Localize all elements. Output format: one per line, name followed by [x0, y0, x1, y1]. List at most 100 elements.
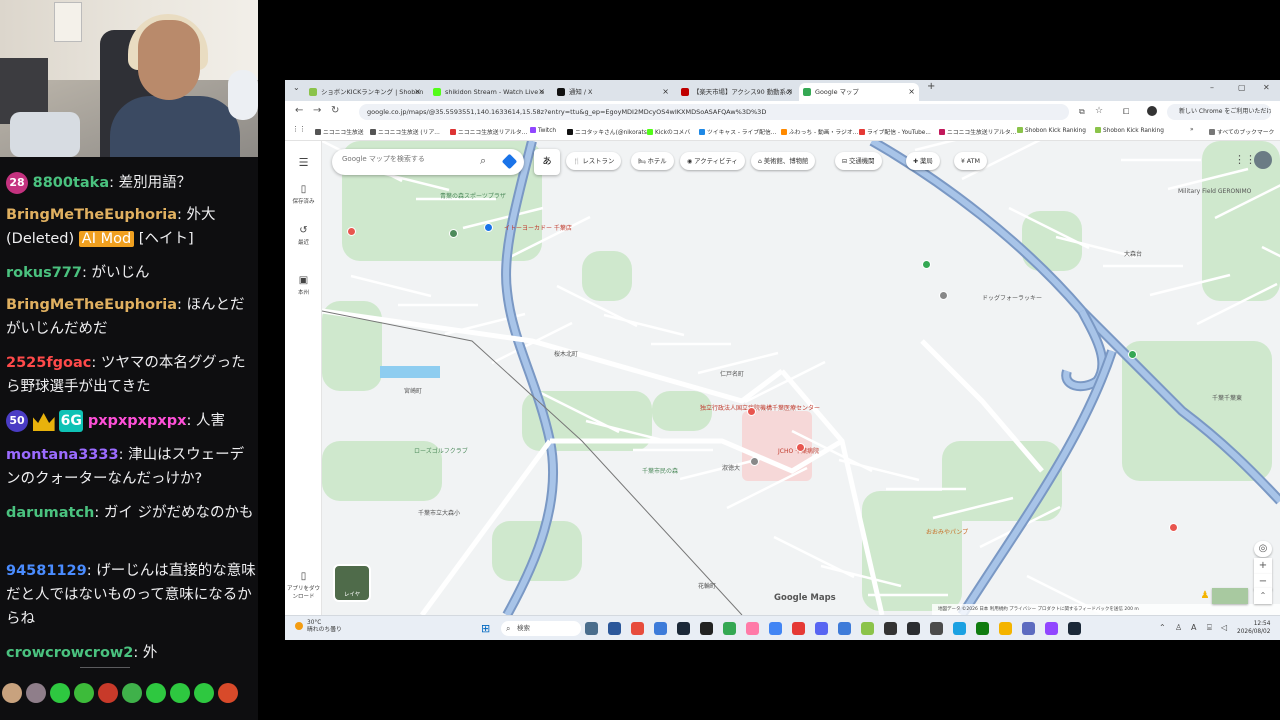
taskbar-app-icon[interactable] — [953, 622, 966, 635]
maps-search-box[interactable]: ⌕ — [332, 149, 524, 175]
rail-item[interactable]: ▯ 保存済み — [285, 184, 322, 205]
map-place-label[interactable]: ドッグフォーラッキー — [982, 293, 1042, 302]
map-place-label[interactable]: ローズゴルフクラブ — [414, 446, 468, 455]
system-clock[interactable]: 12:54 2026/08/02 — [1237, 620, 1270, 636]
map-place-label[interactable]: 千葉市立大森小 — [418, 508, 460, 517]
bookmark-item[interactable]: ニコニコ生放送リアルタ... — [939, 127, 1016, 136]
map-place-label[interactable]: 独立行政法人国立病院機構千葉医療センター — [700, 403, 820, 412]
category-chip[interactable]: ⌂ 美術館、博物館 — [751, 152, 816, 170]
bookmark-item[interactable]: ニコタッキさん(@nikorats... — [567, 127, 652, 136]
star-icon[interactable]: ☆ — [1095, 106, 1103, 116]
map-pin-icon[interactable] — [922, 260, 931, 269]
bookmarks-more-icon[interactable]: » — [1190, 127, 1194, 133]
bookmark-item[interactable]: Shobon Kick Ranking — [1095, 127, 1164, 134]
taskbar-app-icon[interactable] — [677, 622, 690, 635]
map-pin-icon[interactable] — [796, 443, 805, 452]
bookmark-item[interactable]: Shobon Kick Ranking — [1017, 127, 1086, 134]
browser-tab[interactable]: 【楽天市場】アクシス90 動動系の × — [677, 83, 797, 101]
map-pin-icon[interactable] — [1169, 523, 1178, 532]
taskbar-app-icon[interactable] — [769, 622, 782, 635]
map-pin-icon[interactable] — [750, 457, 759, 466]
bookmark-item[interactable]: ニコニコ生放送 (リア... — [370, 127, 440, 136]
my-location-button[interactable]: ◎ — [1254, 541, 1272, 557]
apps-grid-icon[interactable]: ⋮⋮ — [292, 125, 306, 133]
taskbar-app-icon[interactable] — [815, 622, 828, 635]
taskbar-app-icon[interactable] — [838, 622, 851, 635]
tray-keyboard-icon[interactable]: A — [1191, 623, 1196, 632]
chat-username[interactable]: BringMeTheEuphoria — [6, 207, 177, 223]
map-place-label[interactable]: 仁戸名町 — [720, 369, 744, 378]
taskbar-app-icon[interactable] — [930, 622, 943, 635]
tab-close-icon[interactable]: × — [538, 83, 545, 101]
category-chip[interactable]: ✚ 薬局 — [906, 152, 940, 170]
map-place-label[interactable]: 大森台 — [1124, 249, 1142, 258]
taskbar-app-icon[interactable] — [608, 622, 621, 635]
taskbar-app-icon[interactable] — [631, 622, 644, 635]
imagery-thumbnail[interactable] — [1212, 588, 1248, 604]
emote-icon[interactable] — [218, 683, 238, 703]
new-tab-button[interactable]: + — [927, 81, 935, 92]
bookmark-item[interactable]: ニコニコ生放送 — [315, 127, 364, 136]
taskbar-app-icon[interactable] — [1068, 622, 1081, 635]
chat-username[interactable]: crowcrowcrow2 — [6, 645, 133, 661]
url-field[interactable]: google.co.jp/maps/@35.5593551,140.163361… — [359, 104, 1069, 120]
weather-widget[interactable]: 30°C 晴れのち曇り — [307, 620, 342, 634]
chat-username[interactable]: rokus777 — [6, 265, 82, 281]
maximize-icon[interactable]: ▢ — [1238, 83, 1246, 92]
bookmark-item[interactable]: Twitch — [530, 127, 556, 134]
taskbar-app-icon[interactable] — [723, 622, 736, 635]
layers-button[interactable]: レイヤ — [333, 564, 371, 602]
map-pin-icon[interactable] — [484, 223, 493, 232]
install-icon[interactable]: ⧉ — [1079, 107, 1085, 117]
bookmark-item[interactable]: すべてのブックマーク — [1209, 127, 1274, 136]
taskbar-app-icon[interactable] — [884, 622, 897, 635]
emote-icon[interactable] — [26, 683, 46, 703]
map-place-label[interactable]: 千葉市民の森 — [642, 466, 678, 475]
taskbar-app-icon[interactable] — [976, 622, 989, 635]
emote-icon[interactable] — [74, 683, 94, 703]
tray-network-icon[interactable]: ⌸ — [1207, 623, 1212, 633]
map-pin-icon[interactable] — [939, 291, 948, 300]
browser-tab[interactable]: ショボンKICKランキング | Shobon K × — [305, 83, 425, 101]
chat-username[interactable]: 8800taka — [33, 175, 110, 191]
emote-icon[interactable] — [2, 683, 22, 703]
browser-tab[interactable]: 通知 / X × — [553, 83, 673, 101]
map-place-label[interactable]: 桜木北町 — [554, 349, 578, 358]
category-chip[interactable]: ◉ アクティビティ — [680, 152, 745, 170]
taskbar-search[interactable]: ⌕ 検索 — [501, 621, 581, 636]
zoom-in-button[interactable]: + — [1254, 558, 1272, 574]
tray-volume-icon[interactable]: ◁ — [1221, 623, 1227, 632]
tab-close-icon[interactable]: × — [662, 83, 669, 101]
map-pin-icon[interactable] — [747, 407, 756, 416]
map-pin-icon[interactable] — [1128, 350, 1137, 359]
rail-item[interactable]: ↺ 最近 — [285, 225, 322, 246]
bookmark-item[interactable]: ライブ配信 - YouTube... — [859, 127, 931, 136]
extensions-icon[interactable]: ⧠ — [1123, 107, 1129, 117]
category-chip[interactable]: ¥ ATM — [954, 152, 988, 170]
taskbar-app-icon[interactable] — [585, 622, 598, 635]
bookmark-item[interactable]: Kickのコメバ — [647, 127, 690, 136]
emote-icon[interactable] — [98, 683, 118, 703]
taskbar-app-icon[interactable] — [999, 622, 1012, 635]
tray-chevron-icon[interactable]: ⌃ — [1159, 623, 1166, 632]
taskbar-app-icon[interactable] — [1045, 622, 1058, 635]
reload-icon[interactable]: ↻ — [331, 105, 339, 116]
category-chip[interactable]: 🍴 レストラン — [566, 152, 622, 170]
chat-username[interactable]: pxpxpxpxpx — [88, 413, 187, 429]
map-place-label[interactable]: 花輪町 — [698, 581, 716, 590]
map-place-label[interactable]: 千葉千葉東 — [1212, 393, 1242, 402]
rail-item[interactable]: ▯ アプリをダウンロード — [285, 571, 322, 600]
chat-username[interactable]: 2525fgoac — [6, 355, 91, 371]
emote-icon[interactable] — [146, 683, 166, 703]
map-canvas[interactable]: 青葉の森スポーツプラザ イトーヨーカドー 千葉店 ドッグフォーラッキー 桜木北町 仁戸名… — [322, 141, 1280, 615]
browser-tab[interactable]: shikidon Stream - Watch Live o × — [429, 83, 549, 101]
input-tools-button[interactable]: あ — [534, 149, 560, 175]
map-place-label[interactable]: Military Field GERONIMO — [1178, 188, 1251, 195]
collapse-icon[interactable]: ⌃ — [1254, 588, 1272, 604]
minimize-icon[interactable]: – — [1210, 83, 1214, 92]
taskbar-app-icon[interactable] — [746, 622, 759, 635]
emote-icon[interactable] — [194, 683, 214, 703]
tray-person-icon[interactable]: ♙ — [1175, 623, 1182, 632]
emote-icon[interactable] — [170, 683, 190, 703]
back-icon[interactable]: ← — [295, 105, 303, 116]
